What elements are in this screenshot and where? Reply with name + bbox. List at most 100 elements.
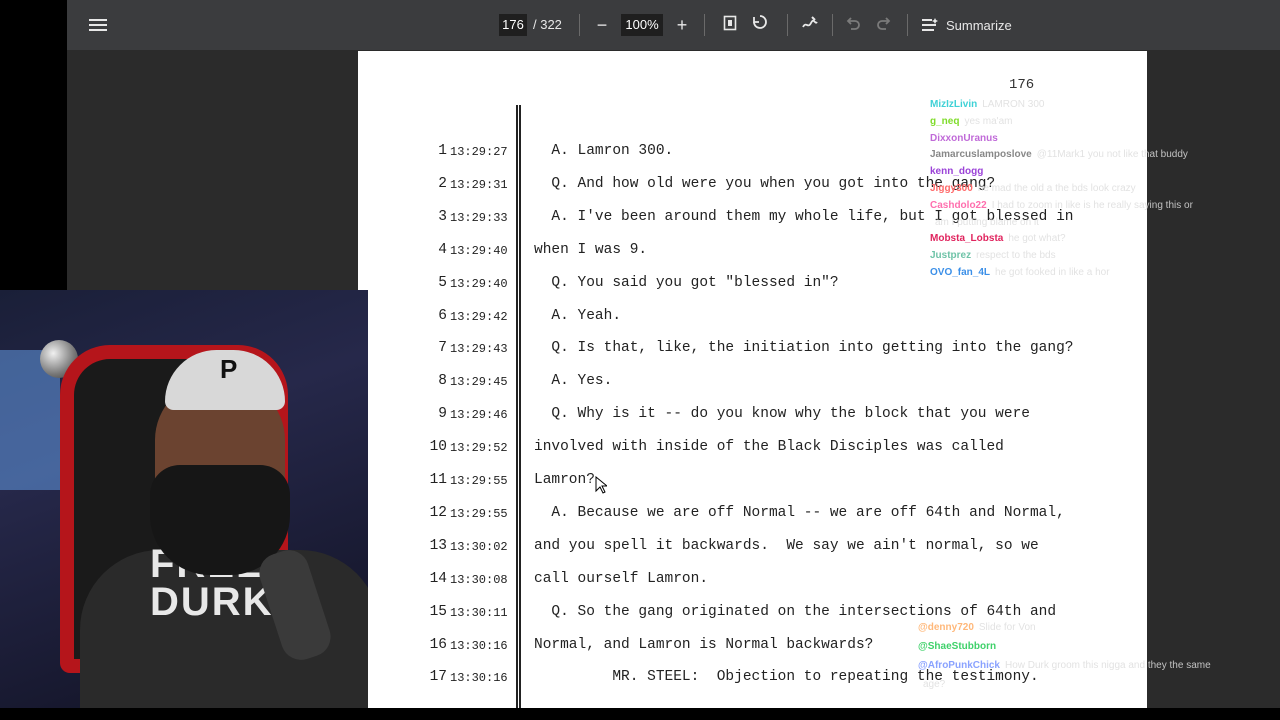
transcript-line: 17 13:30:16 MR. STEEL: Objection to repea… [358, 669, 1147, 689]
chat-username: kenn_dogg [930, 166, 984, 178]
chat-username: Jamarcuslamposlove [930, 149, 1032, 161]
line-number: 7 [438, 340, 447, 357]
zoom-out-button[interactable]: − [589, 12, 615, 38]
transcript-line: 14 13:30:08 call ourself Lamron. [358, 571, 1147, 591]
fit-page-button[interactable] [717, 12, 743, 38]
line-number: 8 [438, 373, 447, 390]
line-number: 15 [429, 603, 447, 620]
page-number-input[interactable]: 176 [499, 14, 527, 36]
line-text: A. Lamron 300. [534, 143, 674, 159]
timestamp: 13:29:40 [450, 243, 508, 258]
chat-username: MizIzLivin [930, 99, 978, 110]
transcript-line: 8 13:29:45 A. Yes. [358, 373, 1147, 393]
line-number: 10 [429, 439, 447, 456]
line-text: when I was 9. [534, 241, 648, 258]
chat-message: @AfroPunkChick How Durk groom this nigga … [918, 660, 1211, 671]
bottom-black-strip [0, 708, 1280, 720]
timestamp: 13:29:45 [450, 375, 508, 390]
line-text: Normal, and Lamron is Normal backwards? [534, 636, 874, 653]
line-text: A. Yes. [534, 373, 613, 390]
chat-message: Mobsta_Lobsta he got what? [930, 233, 1066, 244]
draw-button[interactable] [797, 12, 823, 38]
line-number: 14 [429, 570, 447, 587]
cap-logo: P [220, 354, 238, 384]
transcript-line: 9 13:29:46 Q. Why is it -- do you know wh… [358, 406, 1147, 426]
rotate-button[interactable] [747, 12, 773, 38]
chat-text: he mad the old a the bds look crazy [977, 183, 1136, 194]
zoom-in-button[interactable]: + [669, 12, 695, 38]
chat-text: he got what? [1008, 233, 1066, 245]
chat-username: @AfroPunkChick [918, 660, 1000, 671]
page-number-header: 176 [1009, 77, 1035, 93]
chat-message: @denny720 Slide for Von [918, 622, 1036, 633]
chat-username: @ShaeStubborn [918, 641, 997, 652]
undo-button[interactable] [840, 12, 866, 38]
line-number: 3 [438, 208, 447, 225]
fit-page-icon [723, 15, 737, 31]
line-text: Q. Is that, like, the initiation into ge… [534, 340, 1074, 357]
chat-username: Jiggy300 [930, 183, 973, 194]
line-text: Q. And how old were you when you got int… [534, 175, 996, 192]
chat-text: LAMRON 300 [982, 99, 1045, 110]
redo-button[interactable] [871, 12, 897, 38]
line-number: 1 [438, 143, 447, 159]
chat-text: am I putting blame on it [935, 216, 1039, 228]
line-text: A. Because we are off Normal -- we are o… [534, 504, 1065, 521]
chat-message: Jiggy300 he mad the old a the bds look cr… [930, 183, 1136, 194]
transcript-line: 16 13:30:16 Normal, and Lamron is Normal b… [358, 637, 1147, 657]
chat-message: g_neq yes ma'am [930, 116, 1013, 127]
chat-username: DixxonUranus [930, 132, 998, 144]
line-text: Q. You said you got "blessed in"? [534, 274, 839, 291]
chat-message: OVO_fan_4L he got fooked in like a hor [930, 267, 1110, 278]
transcript-line: 12 13:29:55 A. Because we are off Normal … [358, 505, 1147, 525]
timestamp: 13:30:11 [450, 605, 508, 620]
toolbar-divider [787, 14, 788, 36]
chat-message: Jamarcuslamposlove @11Mark1 you not like … [930, 149, 1188, 160]
page-total-label: / 322 [533, 17, 562, 32]
chat-text: respect to the bds [976, 250, 1056, 262]
line-text: call ourself Lamron. [534, 570, 709, 587]
line-text: Q. So the gang originated on the interse… [534, 603, 1057, 620]
chat-message: kenn_dogg [930, 166, 988, 177]
chat-text: How Durk groom this nigga and they the s… [1004, 660, 1211, 671]
chat-message: DixxonUranus [930, 133, 1003, 144]
toolbar-divider [907, 14, 908, 36]
transcript-line: 7 13:29:43 Q. Is that, like, the initiati… [358, 340, 1147, 360]
timestamp: 13:29:33 [450, 210, 508, 225]
redo-icon [877, 17, 891, 30]
timestamp: 13:29:55 [450, 474, 508, 488]
line-number: 16 [429, 636, 447, 653]
toolbar-divider [579, 14, 580, 36]
transcript-line: 11 13:29:55 Lamron? [358, 472, 1147, 492]
chat-message: age? [918, 679, 945, 690]
undo-icon [846, 17, 860, 30]
chat-username: @denny720 [918, 622, 974, 633]
chat-username: Justprez [930, 250, 972, 262]
chat-message: @ShaeStubborn [918, 641, 1001, 652]
menu-icon[interactable] [89, 16, 107, 34]
chat-message: Justprez respect to the bds [930, 250, 1056, 261]
chat-username: g_neq [930, 115, 960, 127]
chat-message: am I putting blame on it [930, 217, 1039, 228]
chat-text: age? [923, 679, 946, 690]
timestamp: 13:29:42 [450, 309, 508, 324]
timestamp: 13:29:55 [450, 506, 508, 521]
line-text: MR. STEEL: Objection to repeating the te… [534, 669, 1039, 686]
transcript-line: 10 13:29:52 involved with inside of the Bl… [358, 439, 1147, 459]
summarize-icon [922, 18, 938, 31]
timestamp: 13:29:31 [450, 177, 508, 192]
rotate-icon [753, 15, 767, 29]
line-number: 13 [429, 537, 447, 554]
chat-message: Cashdolo22 I had to zoom in like is he re… [930, 200, 1193, 211]
chat-text: @11Mark1 you not like that buddy [1036, 149, 1188, 161]
toolbar-divider [704, 14, 705, 36]
pdf-toolbar: 176 / 322 − 100% + Summarize [67, 0, 1280, 50]
mouse-cursor-icon [595, 476, 607, 494]
timestamp: 13:30:08 [450, 572, 508, 587]
timestamp: 13:29:43 [450, 342, 508, 357]
line-text: and you spell it backwards. We say we ai… [534, 537, 1039, 554]
zoom-level-input[interactable]: 100% [621, 14, 663, 36]
summarize-button[interactable]: Summarize [922, 12, 1012, 38]
webcam-feed: FREE DURK P [0, 290, 368, 720]
timestamp: 13:30:16 [450, 671, 508, 686]
